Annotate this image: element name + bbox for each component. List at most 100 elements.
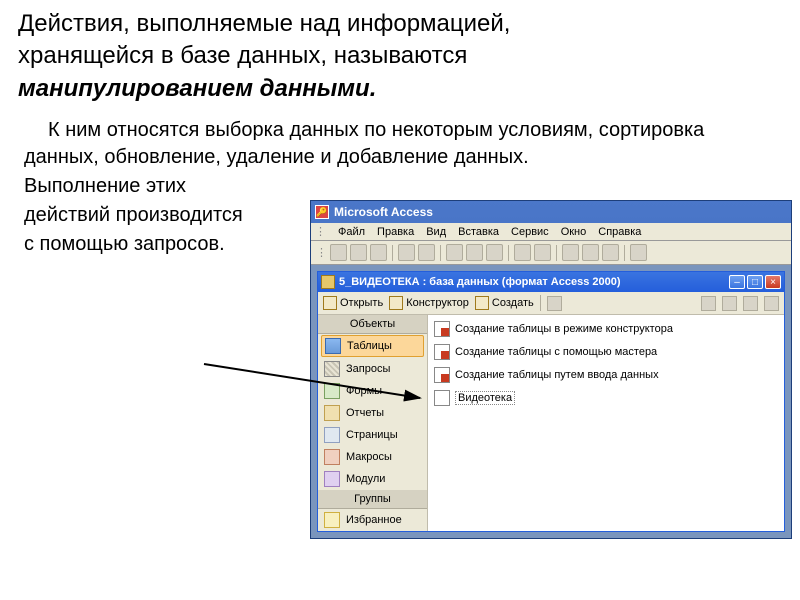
create-button[interactable]: Создать: [475, 296, 534, 310]
nav-label: Запросы: [346, 363, 390, 375]
mdi-workspace: 5_ВИДЕОТЕКА : база данных (формат Access…: [311, 265, 791, 538]
nav-label: Формы: [346, 385, 382, 397]
list-item-label: Видеотека: [455, 391, 515, 405]
nav-label: Избранное: [346, 514, 402, 526]
design-button[interactable]: Конструктор: [389, 296, 469, 310]
objects-header: Объекты: [318, 315, 427, 334]
toolbar-button-9[interactable]: [514, 244, 531, 261]
reports-icon: [324, 405, 340, 421]
toolbar-button-2[interactable]: [350, 244, 367, 261]
menu-tools[interactable]: Сервис: [511, 226, 549, 238]
maximize-button[interactable]: □: [747, 275, 763, 289]
list-item[interactable]: Создание таблицы с помощью мастера: [432, 342, 780, 365]
nav-tables[interactable]: Таблицы: [321, 335, 424, 357]
toolbar-button-8[interactable]: [486, 244, 503, 261]
create-label: Создать: [492, 297, 534, 309]
menu-handle-icon[interactable]: ⋮: [315, 225, 326, 238]
open-button[interactable]: Открыть: [323, 296, 383, 310]
queries-icon: [324, 361, 340, 377]
nav-reports[interactable]: Отчеты: [318, 402, 427, 424]
nav-label: Макросы: [346, 451, 392, 463]
heading-emphasis: манипулированием данными.: [18, 75, 376, 102]
wizard-icon: [434, 367, 450, 383]
menu-bar: ⋮ Файл Правка Вид Вставка Сервис Окно Сп…: [311, 223, 791, 241]
list-item-label: Создание таблицы с помощью мастера: [455, 346, 657, 358]
list-item-label: Создание таблицы в режиме конструктора: [455, 323, 673, 335]
database-window: 5_ВИДЕОТЕКА : база данных (формат Access…: [317, 271, 785, 532]
menu-view[interactable]: Вид: [426, 226, 446, 238]
forms-icon: [324, 383, 340, 399]
body-para1: К ним относятся выборка данных по некото…: [24, 117, 782, 171]
macros-icon: [324, 449, 340, 465]
list-item[interactable]: Создание таблицы путем ввода данных: [432, 365, 780, 388]
toolbar-button-7[interactable]: [466, 244, 483, 261]
heading-line2: хранящейся в базе данных, называются: [18, 42, 467, 69]
menu-edit[interactable]: Правка: [377, 226, 414, 238]
nav-favorites[interactable]: Избранное: [318, 509, 427, 531]
nav-label: Страницы: [346, 429, 398, 441]
nav-pages[interactable]: Страницы: [318, 424, 427, 446]
tables-icon: [325, 338, 341, 354]
toolbar-separator: [540, 295, 541, 311]
db-window-title: 5_ВИДЕОТЕКА : база данных (формат Access…: [339, 276, 729, 288]
toolbar-button-14[interactable]: [630, 244, 647, 261]
main-toolbar: ⋮: [311, 241, 791, 265]
toolbar-button-1[interactable]: [330, 244, 347, 261]
db-titlebar: 5_ВИДЕОТЕКА : база данных (формат Access…: [318, 272, 784, 292]
wizard-icon: [434, 321, 450, 337]
wizard-icon: [434, 344, 450, 360]
heading-line1: Действия, выполняемые над информацией,: [18, 10, 510, 37]
modules-icon: [324, 471, 340, 487]
nav-forms[interactable]: Формы: [318, 380, 427, 402]
nav-modules[interactable]: Модули: [318, 468, 427, 490]
app-titlebar: 🔑 Microsoft Access: [311, 201, 791, 223]
open-icon: [323, 296, 337, 310]
toolbar-separator: [392, 245, 393, 261]
close-button[interactable]: ×: [765, 275, 781, 289]
design-icon: [389, 296, 403, 310]
toolbar-button-10[interactable]: [534, 244, 551, 261]
groups-header: Группы: [318, 490, 427, 509]
list-item-label: Создание таблицы путем ввода данных: [455, 369, 659, 381]
table-icon: [434, 390, 450, 406]
menu-window[interactable]: Окно: [561, 226, 587, 238]
menu-file[interactable]: Файл: [338, 226, 365, 238]
body-para2a: Выполнение этих: [24, 173, 314, 200]
view-details-button[interactable]: [764, 296, 779, 311]
toolbar-button-4[interactable]: [398, 244, 415, 261]
toolbar-separator: [440, 245, 441, 261]
slide-heading: Действия, выполняемые над информацией, х…: [0, 0, 800, 109]
delete-button[interactable]: [547, 296, 562, 311]
toolbar-button-5[interactable]: [418, 244, 435, 261]
body-para2c: с помощью запросов.: [24, 231, 314, 258]
view-small-button[interactable]: [722, 296, 737, 311]
body-para2b: действий производится: [24, 202, 314, 229]
menu-insert[interactable]: Вставка: [458, 226, 499, 238]
toolbar-handle-icon[interactable]: ⋮: [316, 246, 327, 259]
toolbar-button-3[interactable]: [370, 244, 387, 261]
open-label: Открыть: [340, 297, 383, 309]
nav-queries[interactable]: Запросы: [318, 358, 427, 380]
toolbar-separator: [508, 245, 509, 261]
toolbar-button-12[interactable]: [582, 244, 599, 261]
list-item[interactable]: Создание таблицы в режиме конструктора: [432, 319, 780, 342]
design-label: Конструктор: [406, 297, 469, 309]
db-body: Объекты Таблицы Запросы Формы Отчеты Стр…: [318, 315, 784, 531]
view-icons-button[interactable]: [701, 296, 716, 311]
toolbar-button-6[interactable]: [446, 244, 463, 261]
toolbar-button-13[interactable]: [602, 244, 619, 261]
create-icon: [475, 296, 489, 310]
access-window: 🔑 Microsoft Access ⋮ Файл Правка Вид Вст…: [310, 200, 792, 539]
app-title: Microsoft Access: [334, 205, 433, 219]
nav-macros[interactable]: Макросы: [318, 446, 427, 468]
db-file-icon: [321, 275, 335, 289]
toolbar-button-11[interactable]: [562, 244, 579, 261]
favorites-icon: [324, 512, 340, 528]
minimize-button[interactable]: –: [729, 275, 745, 289]
view-list-button[interactable]: [743, 296, 758, 311]
menu-help[interactable]: Справка: [598, 226, 641, 238]
toolbar-separator: [556, 245, 557, 261]
object-list: Создание таблицы в режиме конструктора С…: [428, 315, 784, 531]
list-item[interactable]: Видеотека: [432, 388, 780, 411]
toolbar-separator: [624, 245, 625, 261]
